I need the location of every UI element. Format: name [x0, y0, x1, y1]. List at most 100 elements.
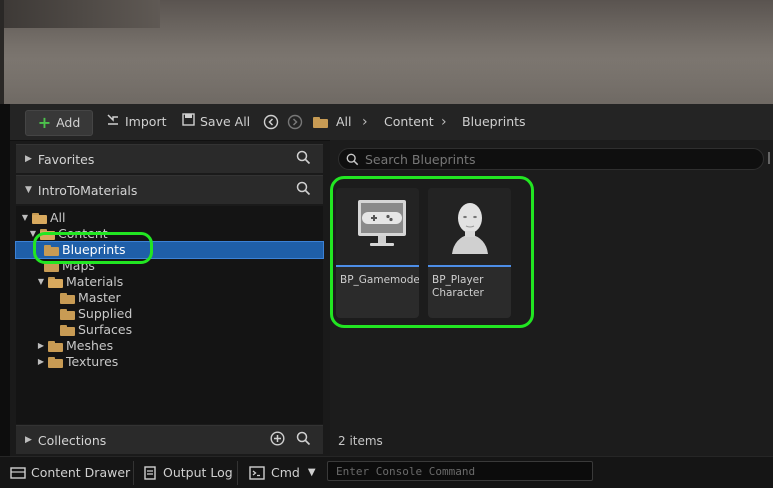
history-forward-button[interactable]	[287, 110, 303, 134]
output-log-label: Output Log	[163, 465, 233, 480]
tree-item-maps[interactable]: Maps	[16, 258, 323, 274]
tree-item-label: Surfaces	[78, 322, 133, 337]
breadcrumb-blueprints[interactable]: Blueprints	[462, 110, 526, 134]
gamemode-monitor-icon	[358, 200, 406, 246]
viewport-floor	[4, 60, 773, 104]
content-drawer-label: Content Drawer	[31, 465, 131, 480]
breadcrumb-content[interactable]: Content	[384, 110, 434, 134]
collapse-arrow-icon: ▼	[37, 277, 45, 286]
collections-header[interactable]: ▶ Collections	[16, 425, 323, 454]
tree-item-label: Materials	[66, 274, 124, 289]
cmd-dropdown[interactable]: Cmd ▼	[249, 463, 316, 483]
asset-view: Search Blueprints BP_Gamemode BP_Player …	[330, 140, 773, 456]
tree-item-label: Blueprints	[62, 242, 126, 257]
search-placeholder: Search Blueprints	[365, 151, 476, 167]
level-viewport[interactable]	[0, 0, 773, 104]
folder-tree: ▼ All ▼ Content Blueprints Maps ▼ Materi…	[15, 206, 324, 424]
console-command-input[interactable]: Enter Console Command	[327, 461, 593, 481]
sources-panel: ▶ Favorites ▼ IntroToMaterials ▼ All ▼ C…	[15, 144, 324, 454]
save-all-label: Save All	[200, 114, 251, 129]
search-icon[interactable]	[296, 431, 311, 449]
search-icon[interactable]	[296, 150, 311, 168]
tree-item-master[interactable]: Master	[16, 290, 323, 306]
tree-item-blueprints[interactable]: Blueprints	[15, 241, 324, 259]
search-icon	[346, 153, 359, 166]
content-browser-toolbar: + Add Import Save All All › Content › Bl…	[10, 104, 773, 141]
tree-item-supplied[interactable]: Supplied	[16, 306, 323, 322]
tree-item-label: Supplied	[78, 306, 133, 321]
breadcrumb-label: Blueprints	[462, 114, 526, 129]
folder-icon	[44, 260, 59, 272]
folder-icon-breadcrumb[interactable]	[311, 110, 331, 134]
collapse-arrow-icon: ▼	[21, 213, 29, 222]
save-icon	[182, 110, 195, 134]
expand-arrow-icon: ▶	[25, 435, 32, 445]
save-all-button[interactable]: Save All	[182, 110, 250, 134]
chevron-right-icon[interactable]: ›	[362, 110, 368, 134]
cmd-label: Cmd	[271, 465, 300, 480]
tree-item-label: All	[50, 210, 66, 225]
folder-open-icon	[32, 212, 47, 224]
asset-search-field[interactable]: Search Blueprints	[338, 148, 764, 170]
favorites-label: Favorites	[37, 151, 95, 167]
add-button[interactable]: + Add	[25, 110, 93, 136]
item-count: 2 items	[338, 434, 383, 448]
back-arrow-icon	[263, 114, 279, 130]
content-drawer: + Add Import Save All All › Content › Bl…	[10, 104, 773, 456]
tree-item-textures[interactable]: ▶ Textures	[16, 354, 323, 370]
tree-item-label: Maps	[62, 258, 95, 273]
tree-item-content[interactable]: ▼ Content	[16, 226, 323, 242]
breadcrumb-label: Content	[384, 114, 434, 129]
breadcrumb-all[interactable]: All	[336, 110, 352, 134]
tree-item-meshes[interactable]: ▶ Meshes	[16, 338, 323, 354]
asset-label: BP_Player Character	[432, 274, 484, 299]
filter-edge-icon[interactable]	[768, 152, 773, 164]
search-icon[interactable]	[296, 181, 311, 199]
import-button[interactable]: Import	[106, 110, 167, 134]
collapse-arrow-icon: ▼	[25, 185, 32, 195]
tree-item-surfaces[interactable]: Surfaces	[16, 322, 323, 338]
add-collection-icon[interactable]	[270, 431, 285, 449]
expand-arrow-icon: ▶	[25, 154, 32, 164]
asset-type-underline	[336, 265, 419, 267]
asset-type-underline	[428, 265, 511, 267]
tree-item-materials[interactable]: ▼ Materials	[16, 274, 323, 290]
divider	[237, 461, 238, 485]
tree-item-label: Content	[58, 226, 108, 241]
import-icon	[106, 110, 120, 134]
folder-open-icon	[40, 228, 55, 240]
tree-item-all[interactable]: ▼ All	[16, 210, 323, 226]
collections-label: Collections	[37, 432, 107, 448]
player-character-icon	[452, 203, 488, 254]
content-drawer-button[interactable]: Content Drawer	[10, 463, 130, 483]
history-back-button[interactable]	[263, 110, 279, 134]
expand-arrow-icon: ▶	[37, 357, 45, 366]
folder-icon	[313, 116, 328, 128]
import-label: Import	[125, 114, 167, 129]
divider	[133, 461, 134, 485]
tree-item-label: Meshes	[66, 338, 114, 353]
favorites-header[interactable]: ▶ Favorites	[16, 144, 323, 173]
forward-arrow-icon	[287, 114, 303, 130]
asset-label: BP_Gamemode	[340, 274, 419, 286]
output-log-icon	[144, 466, 156, 480]
expand-arrow-icon: ▶	[37, 341, 45, 350]
asset-tile-bp-player-character[interactable]: BP_Player Character	[428, 188, 511, 318]
folder-icon	[48, 356, 63, 368]
folder-icon	[44, 244, 59, 256]
output-log-button[interactable]: Output Log	[143, 463, 233, 483]
add-button-label: Add	[56, 115, 81, 130]
project-header[interactable]: ▼ IntroToMaterials	[16, 175, 323, 204]
folder-icon	[60, 324, 75, 336]
asset-tile-bp-gamemode[interactable]: BP_Gamemode	[336, 188, 419, 318]
chevron-down-icon: ▼	[307, 467, 316, 478]
folder-icon	[48, 340, 63, 352]
terminal-icon	[249, 466, 265, 480]
viewport-wall	[0, 0, 160, 28]
collapse-arrow-icon: ▼	[29, 229, 37, 238]
tree-item-label: Textures	[66, 354, 119, 369]
project-label: IntroToMaterials	[37, 182, 138, 198]
asset-thumbnail	[336, 188, 419, 265]
chevron-right-icon[interactable]: ›	[441, 110, 447, 134]
status-bar: Content Drawer Output Log Cmd ▼ Enter Co…	[0, 456, 773, 488]
